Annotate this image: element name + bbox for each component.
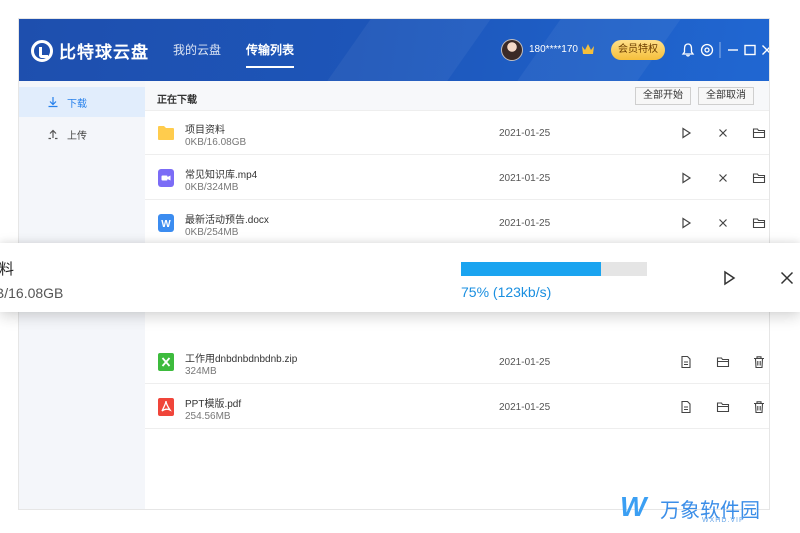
play-icon[interactable]: [679, 171, 693, 185]
sidebar-item-label: 下载: [67, 98, 87, 110]
maximize-icon[interactable]: [742, 42, 758, 58]
svg-text:W: W: [161, 219, 171, 230]
open-folder-icon[interactable]: [716, 355, 730, 369]
file-date: 2021-01-25: [499, 128, 551, 139]
user-phone: 180****170: [529, 44, 578, 55]
start-all-button[interactable]: 全部开始: [635, 87, 691, 105]
completed-row[interactable]: 工作用dnbdnbdnbdnb.zip 324MB 2021-01-25: [145, 340, 769, 384]
logo-icon: [31, 39, 53, 62]
open-folder-icon[interactable]: [716, 400, 730, 414]
expanded-file-size: GB/16.08GB: [0, 285, 64, 301]
toolbar-divider: [719, 42, 721, 58]
file-date: 2021-01-25: [499, 218, 551, 229]
tab-transfer-list[interactable]: 传输列表: [246, 41, 295, 68]
file-size: 0KB/324MB: [185, 182, 239, 193]
file-size: 0KB/254MB: [185, 227, 239, 238]
download-row[interactable]: 项目资料 0KB/16.08GB 2021-01-25: [145, 111, 769, 155]
cancel-all-button[interactable]: 全部取消: [698, 87, 754, 105]
download-icon: [48, 97, 58, 108]
zip-file-icon: [158, 353, 174, 371]
open-file-icon[interactable]: [679, 355, 693, 369]
download-progress-text: 75% (123kb/s): [461, 284, 552, 300]
video-file-icon: [158, 169, 174, 187]
download-progress-fill: [461, 262, 601, 276]
play-icon[interactable]: [679, 216, 693, 230]
cancel-icon[interactable]: [716, 171, 730, 185]
play-icon[interactable]: [720, 269, 738, 287]
open-folder-icon[interactable]: [752, 126, 766, 140]
avatar[interactable]: [501, 39, 523, 61]
file-size: 0KB/16.08GB: [185, 137, 247, 148]
expanded-file-name: 资料: [0, 261, 15, 278]
file-name: 工作用dnbdnbdnbdnb.zip: [185, 354, 298, 365]
close-icon[interactable]: [759, 42, 769, 58]
sidebar-item-upload[interactable]: 上传: [19, 119, 145, 149]
play-icon[interactable]: [679, 126, 693, 140]
pdf-file-icon: [158, 398, 174, 416]
file-date: 2021-01-25: [499, 357, 551, 368]
file-name: PPT模版.pdf: [185, 399, 242, 410]
watermark-domain: WXHD.VIP: [702, 517, 745, 524]
cancel-icon[interactable]: [716, 126, 730, 140]
sidebar-item-download[interactable]: 下载: [19, 87, 145, 117]
file-size: 324MB: [185, 366, 217, 377]
title-bar-decoration: [327, 19, 491, 81]
title-bar: 比特球云盘 我的云盘 传输列表 180****170 会员特权: [19, 19, 769, 81]
tab-my-cloud[interactable]: 我的云盘: [173, 41, 221, 58]
delete-icon[interactable]: [752, 400, 766, 414]
file-date: 2021-01-25: [499, 173, 551, 184]
settings-icon[interactable]: [699, 42, 715, 58]
section-header: 正在下载 全部开始 全部取消: [145, 81, 769, 111]
sidebar-item-label: 上传: [67, 130, 87, 142]
file-size: 254.56MB: [185, 411, 231, 422]
cancel-icon[interactable]: [716, 216, 730, 230]
crown-icon: [582, 44, 594, 54]
upload-icon: [48, 129, 58, 140]
download-row[interactable]: 常见知识库.mp4 0KB/324MB 2021-01-25: [145, 156, 769, 200]
file-name: 项目资料: [185, 125, 225, 136]
file-name: 最新活动预告.docx: [185, 215, 269, 226]
app-logo: 比特球云盘: [31, 38, 149, 63]
open-file-icon[interactable]: [679, 400, 693, 414]
open-folder-icon[interactable]: [752, 171, 766, 185]
completed-row[interactable]: PPT模版.pdf 254.56MB 2021-01-25: [145, 385, 769, 429]
file-name: 常见知识库.mp4: [185, 170, 258, 181]
bell-icon[interactable]: [680, 42, 696, 58]
download-progress-bar: [461, 262, 647, 276]
expanded-download-card[interactable]: 资料 GB/16.08GB 75% (123kb/s): [0, 243, 800, 312]
delete-icon[interactable]: [752, 355, 766, 369]
word-file-icon: W: [158, 214, 174, 232]
vip-privilege-button[interactable]: 会员特权: [611, 40, 665, 60]
watermark-logo: W: [620, 491, 646, 522]
file-date: 2021-01-25: [499, 402, 551, 413]
cancel-icon[interactable]: [778, 269, 796, 287]
open-folder-icon[interactable]: [752, 216, 766, 230]
minimize-icon[interactable]: [725, 42, 741, 58]
section-title: 正在下载: [157, 95, 197, 106]
download-row[interactable]: W 最新活动预告.docx 0KB/254MB 2021-01-25: [145, 201, 769, 245]
folder-icon: [158, 126, 174, 140]
app-name: 比特球云盘: [59, 43, 149, 62]
